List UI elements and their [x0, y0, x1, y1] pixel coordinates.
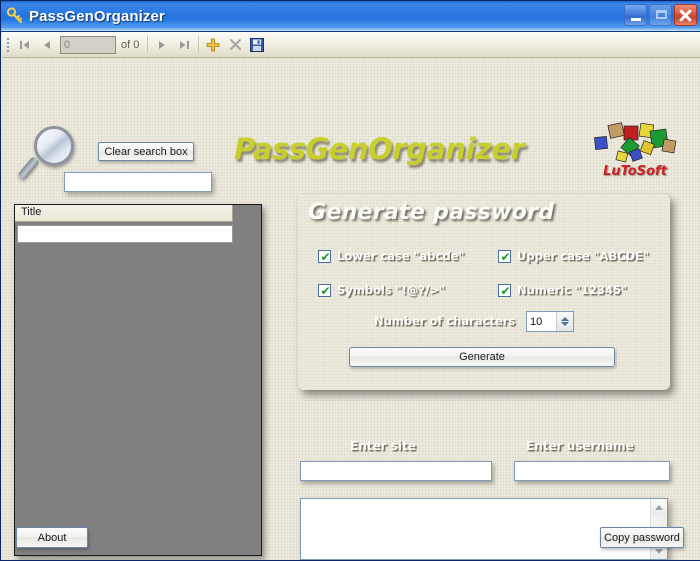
- stepper-up-icon[interactable]: [561, 317, 569, 321]
- number-of-characters-stepper[interactable]: 10: [526, 311, 574, 332]
- checkbox-label: Symbols "!@?/>": [337, 283, 445, 297]
- toolbar-grip[interactable]: [4, 36, 12, 54]
- next-record-button[interactable]: [151, 34, 173, 56]
- enter-username-label: Enter username: [526, 439, 634, 453]
- checkbox-label: Lower case "abcde": [337, 249, 465, 263]
- first-record-button[interactable]: [14, 34, 36, 56]
- checkbox-icon[interactable]: ✔: [318, 283, 331, 297]
- delete-record-icon[interactable]: [224, 34, 246, 56]
- stepper-value[interactable]: 10: [527, 316, 556, 328]
- last-record-button[interactable]: [173, 34, 195, 56]
- grid-column-header-title[interactable]: Title: [15, 205, 233, 222]
- client-area: Clear search box PassGenOrganizer LuToSo…: [2, 58, 700, 560]
- save-icon[interactable]: [246, 34, 268, 56]
- company-name: LuToSoft: [603, 164, 667, 179]
- window-title: PassGenOrganizer: [29, 7, 165, 25]
- checkbox-icon[interactable]: ✔: [498, 283, 511, 297]
- stepper-down-icon[interactable]: [561, 322, 569, 326]
- search-input[interactable]: [64, 172, 212, 192]
- generate-button[interactable]: Generate: [349, 347, 615, 367]
- username-input[interactable]: [514, 461, 670, 481]
- clear-search-button[interactable]: Clear search box: [98, 142, 194, 161]
- add-record-icon[interactable]: [202, 34, 224, 56]
- scroll-up-icon[interactable]: [651, 499, 667, 515]
- record-count-label: of 0: [121, 38, 140, 51]
- app-key-icon: [6, 7, 24, 25]
- checkbox-label: Numeric "12345": [517, 283, 628, 297]
- about-button[interactable]: About: [16, 527, 88, 548]
- copy-password-button[interactable]: Copy password: [600, 527, 684, 548]
- previous-record-button[interactable]: [36, 34, 58, 56]
- checkbox-label: Upper case "ABCDE": [517, 249, 649, 263]
- generate-panel-title: Generate password: [308, 200, 555, 225]
- window-controls: [624, 4, 697, 26]
- toolbar-separator: [147, 36, 149, 53]
- password-textarea[interactable]: [301, 499, 650, 559]
- checkbox-icon[interactable]: ✔: [318, 249, 331, 263]
- site-input[interactable]: [300, 461, 492, 481]
- close-button[interactable]: [674, 4, 697, 26]
- checkbox-numeric[interactable]: ✔ Numeric "12345": [498, 283, 627, 297]
- checkbox-icon[interactable]: ✔: [498, 249, 511, 263]
- titles-grid[interactable]: Title: [14, 204, 262, 556]
- app-logo-text: PassGenOrganizer: [234, 132, 525, 166]
- number-of-characters-label: Number of characters: [374, 314, 516, 328]
- stepper-arrows[interactable]: [556, 312, 573, 331]
- app-window: PassGenOrganizer 0 of 0 Clear search box…: [0, 0, 700, 561]
- enter-site-label: Enter site: [350, 439, 416, 453]
- navigation-toolbar: 0 of 0: [2, 32, 700, 58]
- maximize-button[interactable]: [649, 4, 672, 26]
- checkbox-symbols[interactable]: ✔ Symbols "!@?/>": [318, 283, 445, 297]
- checkbox-upper-case[interactable]: ✔ Upper case "ABCDE": [498, 249, 649, 263]
- record-number-input[interactable]: 0: [60, 35, 116, 54]
- toolbar-separator: [198, 36, 200, 53]
- checkbox-lower-case[interactable]: ✔ Lower case "abcde": [318, 249, 464, 263]
- grid-row[interactable]: [17, 225, 233, 243]
- title-bar: PassGenOrganizer: [1, 1, 700, 32]
- company-logo: LuToSoft: [587, 120, 679, 179]
- minimize-button[interactable]: [624, 4, 647, 26]
